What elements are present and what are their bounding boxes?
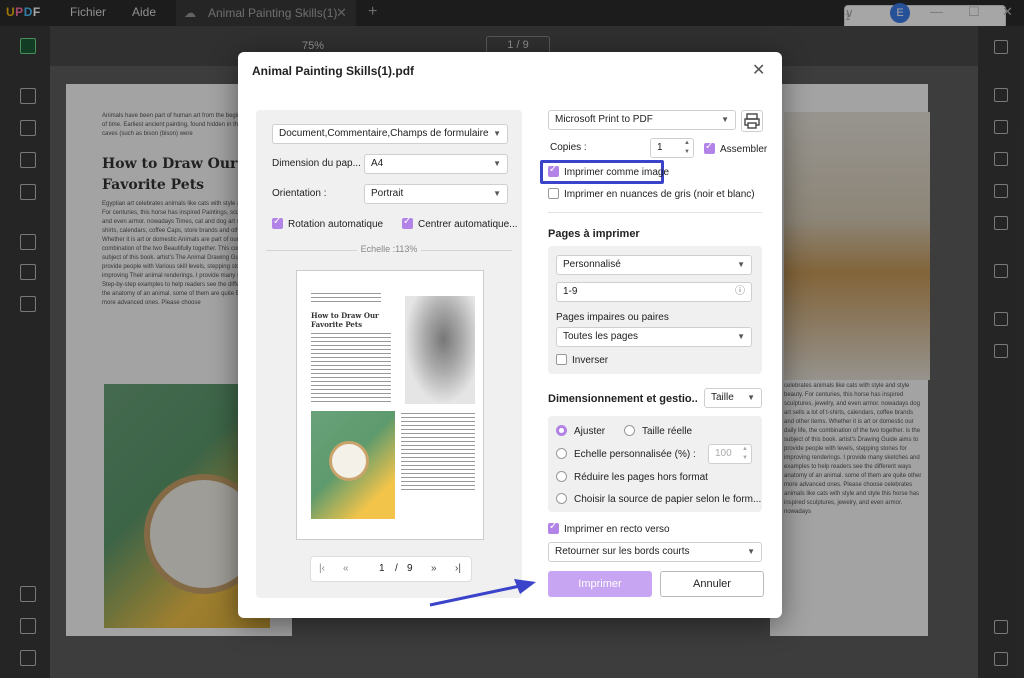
actual-size-radio[interactable] bbox=[624, 425, 635, 436]
preview-right-lines bbox=[401, 413, 475, 493]
preview-body-lines bbox=[311, 333, 391, 403]
odd-even-select[interactable]: Toutes les pages ▼ bbox=[556, 327, 752, 347]
pager-total: 9 bbox=[407, 563, 413, 574]
auto-rotate-checkbox[interactable] bbox=[272, 216, 283, 229]
shrink-label: Réduire les pages hors format bbox=[574, 472, 708, 483]
paper-size-select[interactable]: A4 ▼ bbox=[364, 154, 508, 174]
pager-current[interactable]: 1 bbox=[379, 563, 385, 574]
auto-center-label: Centrer automatique... bbox=[418, 219, 518, 230]
chevron-down-icon: ▼ bbox=[737, 332, 745, 341]
help-icon: ⓘ bbox=[735, 286, 745, 297]
duplex-label: Imprimer en recto verso bbox=[564, 524, 670, 535]
custom-scale-label: Echelle personnalisée (%) : bbox=[574, 449, 696, 460]
collate-checkbox[interactable] bbox=[704, 141, 715, 154]
print-button[interactable]: Imprimer bbox=[548, 571, 652, 597]
copies-stepper[interactable]: 1 ▲ ▼ bbox=[650, 138, 694, 158]
sizing-mode-select[interactable]: Taille ▼ bbox=[704, 388, 762, 408]
printer-properties-icon[interactable] bbox=[741, 110, 763, 132]
grayscale-checkbox[interactable] bbox=[548, 188, 559, 199]
page-range-input[interactable]: 1-9 ⓘ bbox=[556, 282, 752, 302]
chevron-down-icon: ▼ bbox=[747, 547, 755, 556]
paper-size-label: Dimension du pap... bbox=[272, 158, 361, 169]
fit-label: Ajuster bbox=[574, 426, 606, 437]
collate-label: Assembler bbox=[720, 144, 768, 155]
printer-select[interactable]: Microsoft Print to PDF ▼ bbox=[548, 110, 736, 130]
chevron-down-icon: ▼ bbox=[737, 260, 745, 269]
fit-radio[interactable] bbox=[556, 425, 567, 436]
chevron-down-icon: ▼ bbox=[493, 159, 501, 168]
preview-heading: How to Draw Our Favorite Pets bbox=[311, 311, 379, 329]
pages-mode-select[interactable]: Personnalisé ▼ bbox=[556, 255, 752, 275]
first-page-icon[interactable]: |‹ bbox=[319, 563, 325, 574]
odd-even-label: Pages impaires ou paires bbox=[556, 312, 669, 323]
cancel-button[interactable]: Annuler bbox=[660, 571, 764, 597]
sizing-section-title: Dimensionnement et gestio.. bbox=[548, 393, 698, 405]
content-select[interactable]: Document,Commentaire,Champs de formulair… bbox=[272, 124, 508, 144]
duplex-checkbox[interactable] bbox=[548, 521, 559, 534]
last-page-icon[interactable]: ›| bbox=[455, 563, 461, 574]
stepper-arrows-icon: ▲ ▼ bbox=[684, 140, 690, 155]
pages-section-title: Pages à imprimer bbox=[548, 228, 640, 240]
dialog-title: Animal Painting Skills(1).pdf bbox=[252, 64, 415, 78]
paper-source-label: Choisir la source de papier selon le for… bbox=[574, 494, 762, 505]
orientation-label: Orientation : bbox=[272, 188, 327, 199]
page-preview: How to Draw Our Favorite Pets bbox=[296, 270, 484, 540]
custom-scale-input[interactable]: 100 ▲ ▼ bbox=[708, 444, 752, 464]
copies-label: Copies : bbox=[550, 142, 587, 153]
stepper-arrows-icon: ▲ ▼ bbox=[742, 446, 748, 461]
preview-dog-image bbox=[405, 296, 475, 404]
reverse-checkbox[interactable] bbox=[556, 354, 567, 365]
section-divider bbox=[548, 212, 762, 213]
chevron-down-icon: ▼ bbox=[493, 189, 501, 198]
preview-intro-lines bbox=[311, 293, 381, 305]
actual-size-label: Taille réelle bbox=[642, 426, 693, 437]
auto-rotate-label: Rotation automatique bbox=[288, 219, 384, 230]
preview-pane: Document,Commentaire,Champs de formulair… bbox=[256, 110, 522, 598]
shrink-radio[interactable] bbox=[556, 471, 567, 482]
custom-scale-radio[interactable] bbox=[556, 448, 567, 459]
preview-hoop bbox=[329, 441, 369, 481]
chevron-down-icon: ▼ bbox=[493, 129, 501, 138]
prev-page-icon[interactable]: « bbox=[343, 563, 349, 574]
next-page-icon[interactable]: » bbox=[431, 563, 437, 574]
auto-center-checkbox[interactable] bbox=[402, 216, 413, 229]
print-as-image-checkbox[interactable] bbox=[548, 164, 559, 177]
pager-separator: / bbox=[395, 563, 398, 574]
print-as-image-label: Imprimer comme image bbox=[564, 167, 670, 178]
scale-label: Echelle :113% bbox=[256, 244, 522, 254]
duplex-mode-select[interactable]: Retourner sur les bords courts ▼ bbox=[548, 542, 762, 562]
chevron-down-icon: ▼ bbox=[747, 393, 755, 402]
print-dialog: Animal Painting Skills(1).pdf ✕ Document… bbox=[238, 52, 782, 618]
reverse-label: Inverser bbox=[572, 355, 609, 366]
paper-source-radio[interactable] bbox=[556, 493, 567, 504]
grayscale-label: Imprimer en nuances de gris (noir et bla… bbox=[564, 189, 755, 200]
chevron-down-icon: ▼ bbox=[721, 115, 729, 124]
orientation-select[interactable]: Portrait ▼ bbox=[364, 184, 508, 204]
annotation-arrow-icon bbox=[429, 579, 536, 607]
dialog-close-icon[interactable]: ✕ bbox=[752, 60, 765, 80]
